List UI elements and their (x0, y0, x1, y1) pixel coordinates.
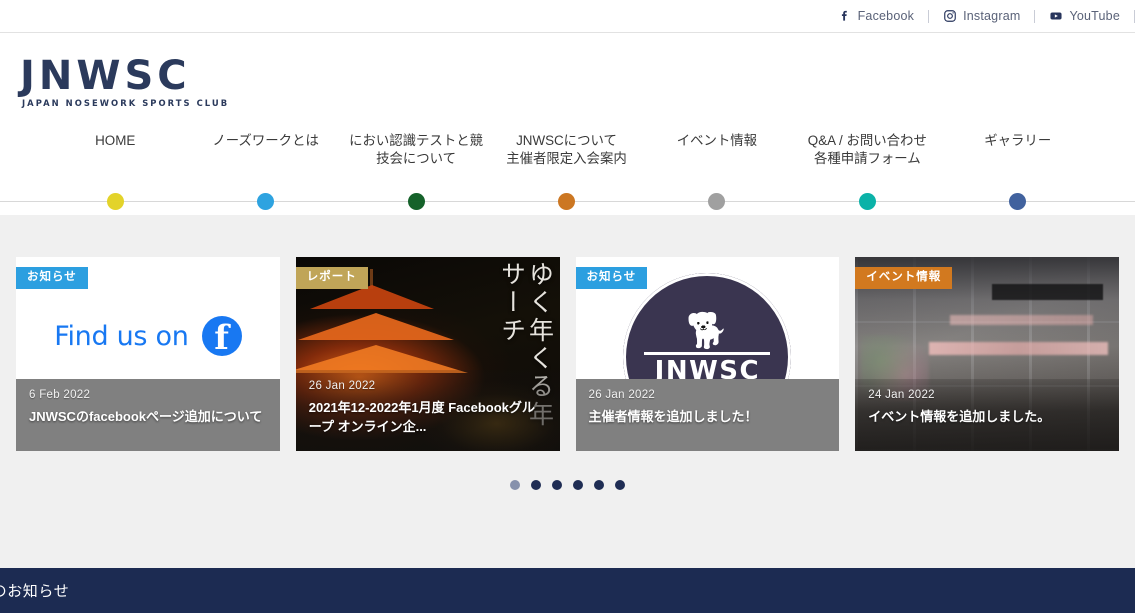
top-social-bar: Facebook Instagram YouTube (0, 0, 1135, 33)
news-card[interactable]: Find us on f お知らせ 6 Feb 2022 JNWSCのfaceb… (16, 257, 280, 451)
facebook-icon (838, 9, 852, 23)
nav-dot-cell-qa-contact[interactable] (792, 192, 942, 210)
nav-item-events[interactable]: イベント情報 (642, 125, 792, 150)
card-category-badge: お知らせ (16, 267, 88, 290)
carousel-page-dot[interactable] (615, 480, 625, 490)
social-label-facebook: Facebook (857, 9, 915, 23)
nav-label: イベント情報 (676, 133, 758, 148)
nav-dot-cell-nosework[interactable] (190, 192, 340, 210)
emblem-divider (644, 352, 771, 355)
instagram-icon (943, 9, 957, 23)
card-title: 2021年12-2022年1月度 Facebookグループ オンライン企... (308, 400, 535, 435)
card-date: 6 Feb 2022 (29, 389, 91, 401)
nav-item-home[interactable]: HOME (40, 125, 190, 150)
social-label-instagram: Instagram (963, 9, 1021, 23)
nav-dot-icon (257, 192, 275, 210)
nav-dot-icon (1009, 192, 1027, 210)
youtube-icon (1049, 9, 1063, 23)
nav-dot-cell-events[interactable] (642, 192, 792, 210)
bottom-announcement-bar: らのお知らせ (0, 568, 1135, 613)
social-link-instagram[interactable]: Instagram (929, 0, 1034, 32)
card-title: 主催者情報を追加しました！ (588, 409, 758, 424)
nav-dot-icon (106, 192, 124, 210)
card-category-badge: レポート (295, 267, 368, 290)
news-card[interactable]: 🐕 JNWSC JAPAN NOSEWORK SPORTS CLUB ESTD … (575, 257, 840, 451)
hall-shelf (992, 284, 1104, 301)
nav-dot-icon (708, 192, 726, 210)
logo-wordmark: JNWSC (20, 53, 191, 99)
card-caption: 26 Jan 2022 2021年12-2022年1月度 Facebookグルー… (295, 370, 560, 451)
nav-label: におい認識テストと競 技会について (349, 133, 483, 166)
nav-item-scent-test[interactable]: におい認識テストと競 技会について (341, 125, 491, 168)
carousel-page-dot[interactable] (531, 480, 541, 490)
card-title: JNWSCのfacebookページ追加について (29, 409, 263, 424)
bottom-announcement-text: らのお知らせ (0, 583, 70, 600)
nav-dot-cell-home[interactable] (40, 192, 190, 210)
carousel-page-dot[interactable] (552, 480, 562, 490)
social-link-facebook[interactable]: Facebook (824, 0, 929, 32)
card-caption: 6 Feb 2022 JNWSCのfacebookページ追加について (16, 379, 280, 451)
facebook-round-icon: f (201, 316, 242, 356)
hall-seating-lower (929, 342, 1109, 356)
nav-dot-icon (858, 192, 876, 210)
nav-item-about-jnwsc[interactable]: JNWSCについて 主催者限定入会案内 (491, 125, 641, 168)
nav-label: Q&A / お問い合わせ 各種申請フォーム (807, 133, 927, 166)
site-logo[interactable]: JNWSC JAPAN NOSEWORK SPORTS CLUB (20, 56, 229, 107)
card-title: イベント情報を追加しました。 (868, 409, 1051, 424)
carousel-page-dot[interactable] (573, 480, 583, 490)
logo-container: JNWSC JAPAN NOSEWORK SPORTS CLUB (0, 56, 1135, 111)
social-link-youtube[interactable]: YouTube (1035, 0, 1134, 32)
nav-dot-icon (557, 192, 575, 210)
card-category-badge: イベント情報 (855, 267, 953, 290)
news-card[interactable]: ゆく年くる年サーチ レポート 26 Jan 2022 2021年12-2022年… (295, 257, 560, 451)
hall-seating-upper (950, 315, 1093, 326)
news-card[interactable]: イベント情報 24 Jan 2022 イベント情報を追加しました。 (855, 257, 1119, 451)
main-navigation: HOME ノーズワークとは におい認識テストと競 技会について JNWSCについ… (0, 125, 1135, 187)
card-caption: 24 Jan 2022 イベント情報を追加しました。 (855, 379, 1119, 451)
nav-label: JNWSCについて 主催者限定入会案内 (506, 133, 627, 166)
nav-dot-cell-gallery[interactable] (943, 192, 1093, 210)
carousel-page-dot[interactable] (510, 480, 520, 490)
nav-label: HOME (95, 133, 136, 148)
nav-label: ギャラリー (984, 133, 1052, 148)
card-caption: 26 Jan 2022 主催者情報を追加しました！ (575, 379, 840, 451)
nav-item-qa-contact[interactable]: Q&A / お問い合わせ 各種申請フォーム (792, 125, 942, 168)
card-date: 24 Jan 2022 (868, 389, 935, 401)
nav-dot-row (0, 187, 1135, 215)
nav-dot-cell-about-jnwsc[interactable] (491, 192, 641, 210)
nav-label: ノーズワークとは (212, 133, 319, 148)
nav-item-nosework[interactable]: ノーズワークとは (190, 125, 340, 150)
card-category-badge: お知らせ (575, 267, 648, 290)
social-label-youtube: YouTube (1069, 9, 1120, 23)
card-date: 26 Jan 2022 (308, 380, 376, 393)
nav-dot-cell-scent-test[interactable] (341, 192, 491, 210)
news-carousel-section: Find us on f お知らせ 6 Feb 2022 JNWSCのfaceb… (0, 215, 1135, 568)
dog-icon: 🐕 (686, 312, 729, 350)
logo-tagline: JAPAN NOSEWORK SPORTS CLUB (22, 98, 230, 108)
site-header: JNWSC JAPAN NOSEWORK SPORTS CLUB HOME ノー… (0, 33, 1135, 215)
carousel-pagination (0, 480, 1135, 490)
carousel-page-dot[interactable] (594, 480, 604, 490)
card-date: 26 Jan 2022 (588, 389, 656, 401)
card-art-text: Find us on (54, 320, 189, 352)
nav-item-gallery[interactable]: ギャラリー (943, 125, 1093, 150)
social-links: Facebook Instagram YouTube (824, 0, 1135, 32)
news-card-list: Find us on f お知らせ 6 Feb 2022 JNWSCのfaceb… (0, 257, 1135, 451)
temple-roof-mid (297, 313, 454, 340)
nav-dot-icon (407, 192, 425, 210)
